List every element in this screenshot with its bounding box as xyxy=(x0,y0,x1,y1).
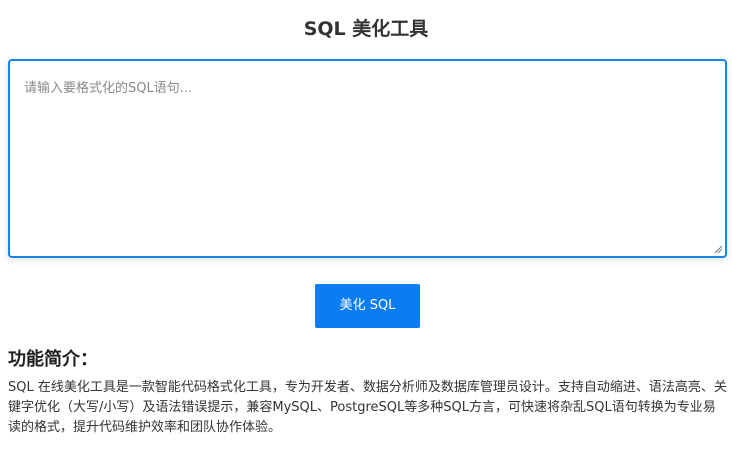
sql-input-container xyxy=(8,59,727,258)
intro-description: SQL 在线美化工具是一款智能代码格式化工具，专为开发者、数据分析师及数据库管理… xyxy=(8,380,727,435)
page: SQL 美化工具 美化 SQL 功能简介： SQL 在线美化工具是一款智能代码格… xyxy=(0,0,732,453)
sql-input[interactable] xyxy=(10,61,725,256)
beautify-sql-button[interactable]: 美化 SQL xyxy=(315,284,420,328)
intro-heading: 功能简介： xyxy=(8,349,98,370)
resize-handle-icon[interactable] xyxy=(714,245,723,254)
page-title: SQL 美化工具 xyxy=(303,18,429,40)
